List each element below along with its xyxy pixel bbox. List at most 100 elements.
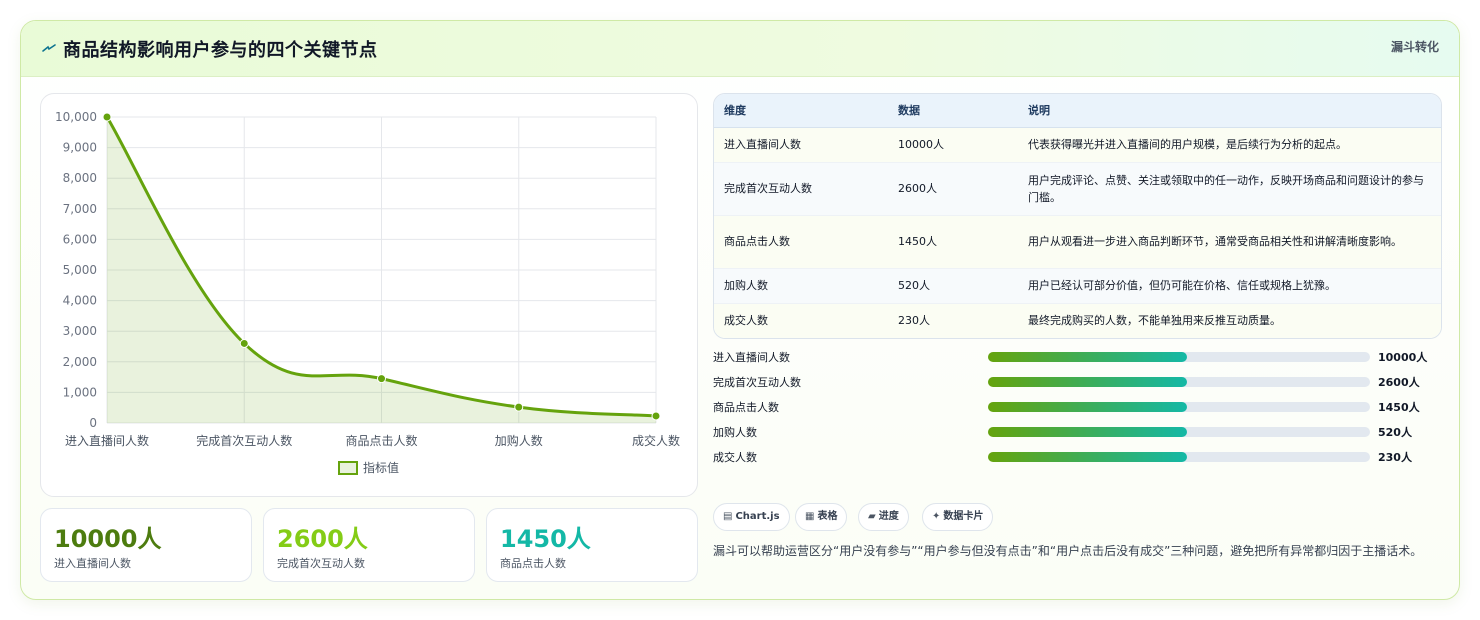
data-table: 维度 数据 说明 进入直播间人数 10000人 代表获得曝光并进入直播间的用户规…	[713, 93, 1442, 339]
chip-progress[interactable]: ▰ 进度	[858, 503, 909, 531]
table-cell: 成交人数	[724, 314, 768, 328]
table-icon: ▦	[805, 511, 815, 522]
stat-value: 1450人	[500, 525, 591, 553]
progress-row: 商品点击人数 1450人	[713, 397, 1442, 422]
table-cell: 520人	[888, 268, 1018, 304]
x-tick-label: 进入直播间人数	[65, 433, 149, 448]
progress-label: 加购人数	[713, 426, 757, 439]
chip-label: 表格	[817, 511, 838, 522]
y-tick-label: 7,000	[63, 202, 97, 216]
x-tick-label: 成交人数	[632, 433, 680, 448]
data-point	[651, 411, 661, 421]
stat-card-interacted: 2600人 完成首次互动人数	[263, 508, 475, 582]
progress-row: 完成首次互动人数 2600人	[713, 372, 1442, 397]
legend-swatch	[338, 461, 358, 475]
progress-value: 2600人	[1378, 376, 1420, 389]
stat-label: 完成首次互动人数	[277, 557, 365, 570]
table-row: 商品点击人数 1450人 用户从观看进一步进入商品判断环节，通常受商品相关性和讲…	[714, 215, 1441, 269]
data-point	[514, 402, 524, 412]
progress-value: 1450人	[1378, 401, 1420, 414]
stat-card-entered: 10000人 进入直播间人数	[40, 508, 252, 582]
summary-note: 漏斗可以帮助运营区分“用户没有参与”“用户参与但没有点击”和“用户点击后没有成交…	[713, 544, 1423, 558]
table-cell: 用户完成评论、点赞、关注或领取中的任一动作，反映开场商品和问题设计的参与门槛。	[1018, 162, 1441, 216]
y-tick-label: 2,000	[63, 355, 97, 369]
lightning-icon	[42, 44, 56, 52]
table-cell: 最终完成购买的人数，不能单独用来反推互动质量。	[1028, 314, 1281, 328]
progress-row: 成交人数 230人	[713, 447, 1442, 472]
table-cell: 用户已经认可部分价值，但仍可能在价格、信任或规格上犹豫。	[1018, 268, 1441, 304]
table-header-row: 维度 数据 说明	[714, 94, 1441, 128]
table-row: 完成首次互动人数 2600人 用户完成评论、点赞、关注或领取中的任一动作，反映开…	[714, 162, 1441, 216]
y-tick-label: 5,000	[63, 263, 97, 277]
table-cell: 1450人	[888, 215, 1018, 269]
table-cell: 进入直播间人数	[714, 127, 888, 163]
progress-track	[988, 352, 1370, 362]
progress-track	[988, 402, 1370, 412]
y-tick-label: 3,000	[63, 324, 97, 338]
legend-label: 指标值	[363, 460, 399, 475]
x-tick-label: 完成首次互动人数	[196, 433, 292, 448]
chip-data-card[interactable]: ✦ 数据卡片	[922, 503, 994, 531]
x-tick-label: 商品点击人数	[345, 433, 417, 448]
table-cell: 代表获得曝光并进入直播间的用户规模，是后续行为分析的起点。	[1018, 127, 1441, 163]
progress-track	[988, 377, 1370, 387]
y-tick-label: 0	[89, 416, 97, 430]
y-tick-label: 10,000	[55, 110, 97, 124]
table-cell: 2600人	[888, 162, 1018, 216]
progress-label: 完成首次互动人数	[713, 376, 801, 389]
progress-track	[988, 452, 1370, 462]
table-cell: 商品点击人数	[714, 215, 888, 269]
chip-label: 数据卡片	[943, 511, 984, 522]
stat-label: 进入直播间人数	[54, 557, 131, 570]
chart-svg: 0 1,000 2,000 3,000 4,000 5,000 6,000 7,000 8,00…	[55, 110, 680, 475]
table-header-description: 说明	[1018, 94, 1441, 128]
stat-value: 2600人	[277, 525, 368, 553]
table-cell: 加购人数	[714, 268, 888, 304]
progress-fill	[988, 402, 1187, 412]
progress-fill	[988, 452, 1187, 462]
table-row: 进入直播间人数 10000人 代表获得曝光并进入直播间的用户规模，是后续行为分析…	[714, 127, 1441, 163]
x-tick-label: 加购人数	[495, 433, 543, 448]
progress-list: 进入直播间人数 10000人 完成首次互动人数 2600人 商品点击人数 145…	[713, 347, 1442, 472]
progress-value: 230人	[1378, 451, 1412, 464]
table-header-dimension: 维度	[714, 94, 888, 128]
table-cell: 用户从观看进一步进入商品判断环节，通常受商品相关性和讲解清晰度影响。	[1018, 215, 1441, 269]
chip-table[interactable]: ▦ 表格	[795, 503, 848, 531]
progress-row: 进入直播间人数 10000人	[713, 347, 1442, 372]
table-header-data: 数据	[888, 94, 1018, 128]
table-cell: 230人	[898, 314, 930, 328]
chip-label: 进度	[878, 511, 899, 522]
progress-row: 加购人数 520人	[713, 422, 1442, 447]
progress-fill	[988, 352, 1187, 362]
table-row: 加购人数 520人 用户已经认可部分价值，但仍可能在价格、信任或规格上犹豫。	[714, 268, 1441, 304]
progress-track	[988, 427, 1370, 437]
data-point	[239, 338, 249, 348]
data-point	[377, 374, 386, 384]
y-tick-label: 8,000	[63, 171, 97, 185]
funnel-card: 商品结构影响用户参与的四个关键节点 漏斗转化 0 1,000 2,000 3,000 4…	[20, 20, 1460, 600]
stat-card-clicked: 1450人 商品点击人数	[486, 508, 698, 582]
progress-value: 10000人	[1378, 351, 1428, 364]
y-tick-label: 6,000	[63, 232, 97, 246]
table-cell: 完成首次互动人数	[714, 162, 888, 216]
progress-icon: ▰	[868, 511, 876, 522]
progress-label: 进入直播间人数	[713, 351, 790, 364]
progress-fill	[988, 427, 1187, 437]
card-header: 商品结构影响用户参与的四个关键节点 漏斗转化	[21, 21, 1459, 77]
page-title: 商品结构影响用户参与的四个关键节点	[63, 40, 378, 61]
stat-label: 商品点击人数	[500, 557, 566, 570]
chip-chartjs[interactable]: ▤ Chart.js	[713, 503, 790, 531]
chart-icon: ▤	[723, 511, 733, 522]
y-tick-label: 4,000	[63, 294, 97, 308]
data-point	[102, 112, 112, 122]
line-chart: 0 1,000 2,000 3,000 4,000 5,000 6,000 7,000 8,00…	[40, 93, 698, 497]
progress-value: 520人	[1378, 426, 1412, 439]
sparkle-icon: ✦	[932, 511, 941, 522]
table-cell: 10000人	[888, 127, 1018, 163]
stat-value: 10000人	[54, 525, 162, 553]
y-tick-label: 1,000	[63, 385, 97, 399]
y-tick-label: 9,000	[63, 141, 97, 155]
table-row: 成交人数 230人 最终完成购买的人数，不能单独用来反推互动质量。	[714, 303, 1441, 338]
progress-fill	[988, 377, 1187, 387]
progress-label: 成交人数	[713, 451, 757, 464]
